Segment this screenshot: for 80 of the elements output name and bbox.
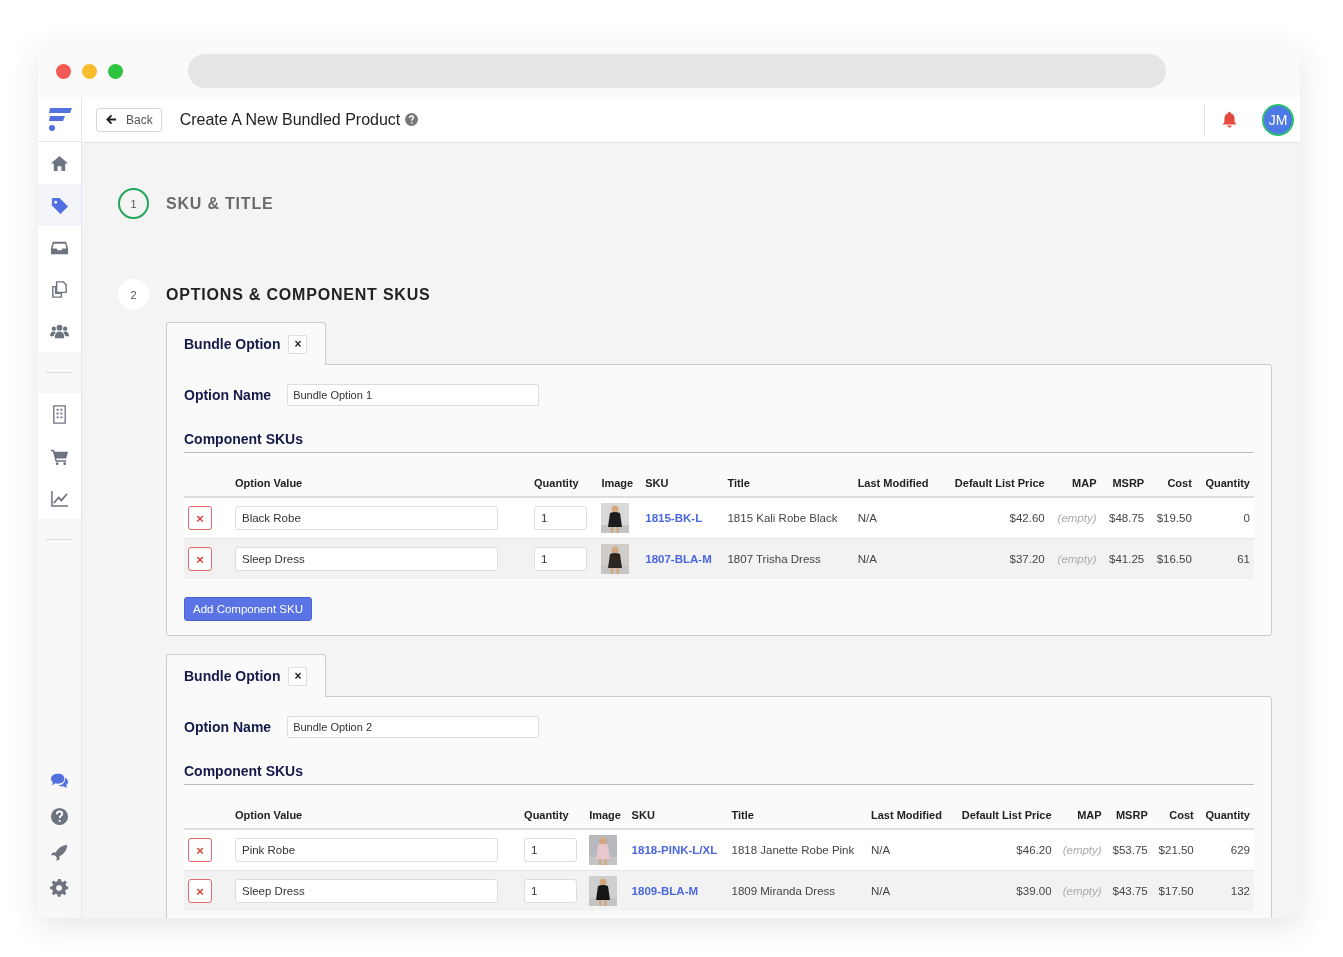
msrp-cell: $48.75 [1109, 512, 1145, 524]
sku-link[interactable]: 1815-BK-L [645, 512, 703, 524]
option-value-field[interactable]: Sleep Dress [235, 879, 498, 903]
option-value-field[interactable]: Pink Robe [235, 838, 498, 862]
quantity-field[interactable]: 1 [534, 506, 588, 530]
nav-item[interactable] [38, 142, 81, 184]
nav-item[interactable] [38, 226, 81, 268]
help-icon[interactable] [405, 113, 419, 126]
quantity-cell: 0 [1243, 512, 1250, 524]
nav-item[interactable] [38, 393, 81, 435]
remove-button[interactable]: × [188, 879, 212, 903]
step-number: 1 [118, 188, 149, 219]
help-icon [50, 806, 69, 826]
title-cell: 1807 Trisha Dress [727, 553, 821, 565]
arrow-left-icon [106, 114, 117, 125]
map-cell: (empty) [1062, 885, 1102, 897]
msrp-cell: $41.25 [1109, 553, 1145, 565]
map-cell: (empty) [1057, 512, 1097, 524]
add-component-button[interactable]: Add Component SKU [184, 597, 312, 621]
field-label: Option Name [184, 719, 272, 735]
price-cell: $46.20 [1016, 844, 1052, 856]
quantity-cell: 629 [1230, 844, 1250, 856]
close-button[interactable]: × [288, 334, 308, 354]
title-cell: 1809 Miranda Dress [731, 885, 836, 897]
nav-item[interactable] [38, 310, 81, 352]
price-cell: $42.60 [1009, 512, 1045, 524]
last-modified-cell: N/A [857, 512, 877, 524]
last-modified-cell: N/A [871, 844, 891, 856]
copy-icon [50, 279, 69, 299]
quantity-cell: 132 [1230, 885, 1250, 897]
rocket-icon [50, 842, 69, 862]
nav-item[interactable] [38, 184, 81, 226]
user-avatar[interactable]: JM [1262, 103, 1294, 136]
step-title: OPTIONS & COMPONENT SKUS [166, 285, 431, 304]
remove-button[interactable]: × [188, 547, 212, 571]
quantity-field[interactable]: 1 [534, 547, 588, 571]
price-cell: $37.20 [1009, 553, 1045, 565]
last-modified-cell: N/A [857, 553, 877, 565]
bundle-option-tab[interactable]: Bundle Option × [166, 654, 327, 697]
quantity-cell: 61 [1237, 553, 1250, 565]
building-icon [50, 404, 69, 424]
title-cell: 1815 Kali Robe Black [727, 512, 838, 524]
nav-item[interactable] [38, 477, 81, 519]
step-title: SKU & TITLE [166, 194, 274, 213]
title-cell: 1818 Janette Robe Pink [731, 844, 855, 856]
step-number: 2 [118, 279, 149, 310]
option-name-field[interactable]: Bundle Option 1 [287, 384, 540, 406]
close-button[interactable]: × [288, 666, 308, 686]
cost-cell: $16.50 [1156, 553, 1192, 565]
option-name-field[interactable]: Bundle Option 2 [287, 716, 540, 738]
msrp-cell: $53.75 [1112, 844, 1148, 856]
section-heading: Component SKUs [184, 431, 1254, 453]
msrp-cell: $43.75 [1112, 885, 1148, 897]
settings-icon [50, 878, 69, 898]
back-button[interactable]: Back [96, 107, 162, 132]
remove-button[interactable]: × [188, 506, 212, 530]
map-cell: (empty) [1062, 844, 1102, 856]
page-title: Create A New Bundled Product [179, 110, 401, 129]
field-label: Option Name [184, 387, 272, 403]
remove-button[interactable]: × [188, 838, 212, 862]
bell-icon[interactable] [1221, 111, 1238, 128]
last-modified-cell: N/A [871, 885, 891, 897]
maximize-dot[interactable] [108, 63, 123, 79]
quantity-field[interactable]: 1 [524, 879, 578, 903]
price-cell: $39.00 [1016, 885, 1052, 897]
section-heading: Component SKUs [184, 763, 1254, 785]
cost-cell: $21.50 [1158, 844, 1194, 856]
option-value-field[interactable]: Sleep Dress [235, 547, 498, 571]
map-cell: (empty) [1057, 553, 1097, 565]
bundle-option-tab[interactable]: Bundle Option × [166, 322, 327, 365]
sku-link[interactable]: 1809-BLA-M [631, 885, 699, 897]
chart-icon [50, 488, 69, 508]
cost-cell: $17.50 [1158, 885, 1194, 897]
quantity-field[interactable]: 1 [524, 838, 578, 862]
cost-cell: $19.50 [1156, 512, 1192, 524]
minimize-dot[interactable] [82, 63, 97, 79]
close-dot[interactable] [56, 63, 71, 79]
option-value-field[interactable]: Black Robe [235, 506, 498, 530]
tag-icon [50, 195, 69, 215]
home-icon [50, 153, 69, 173]
